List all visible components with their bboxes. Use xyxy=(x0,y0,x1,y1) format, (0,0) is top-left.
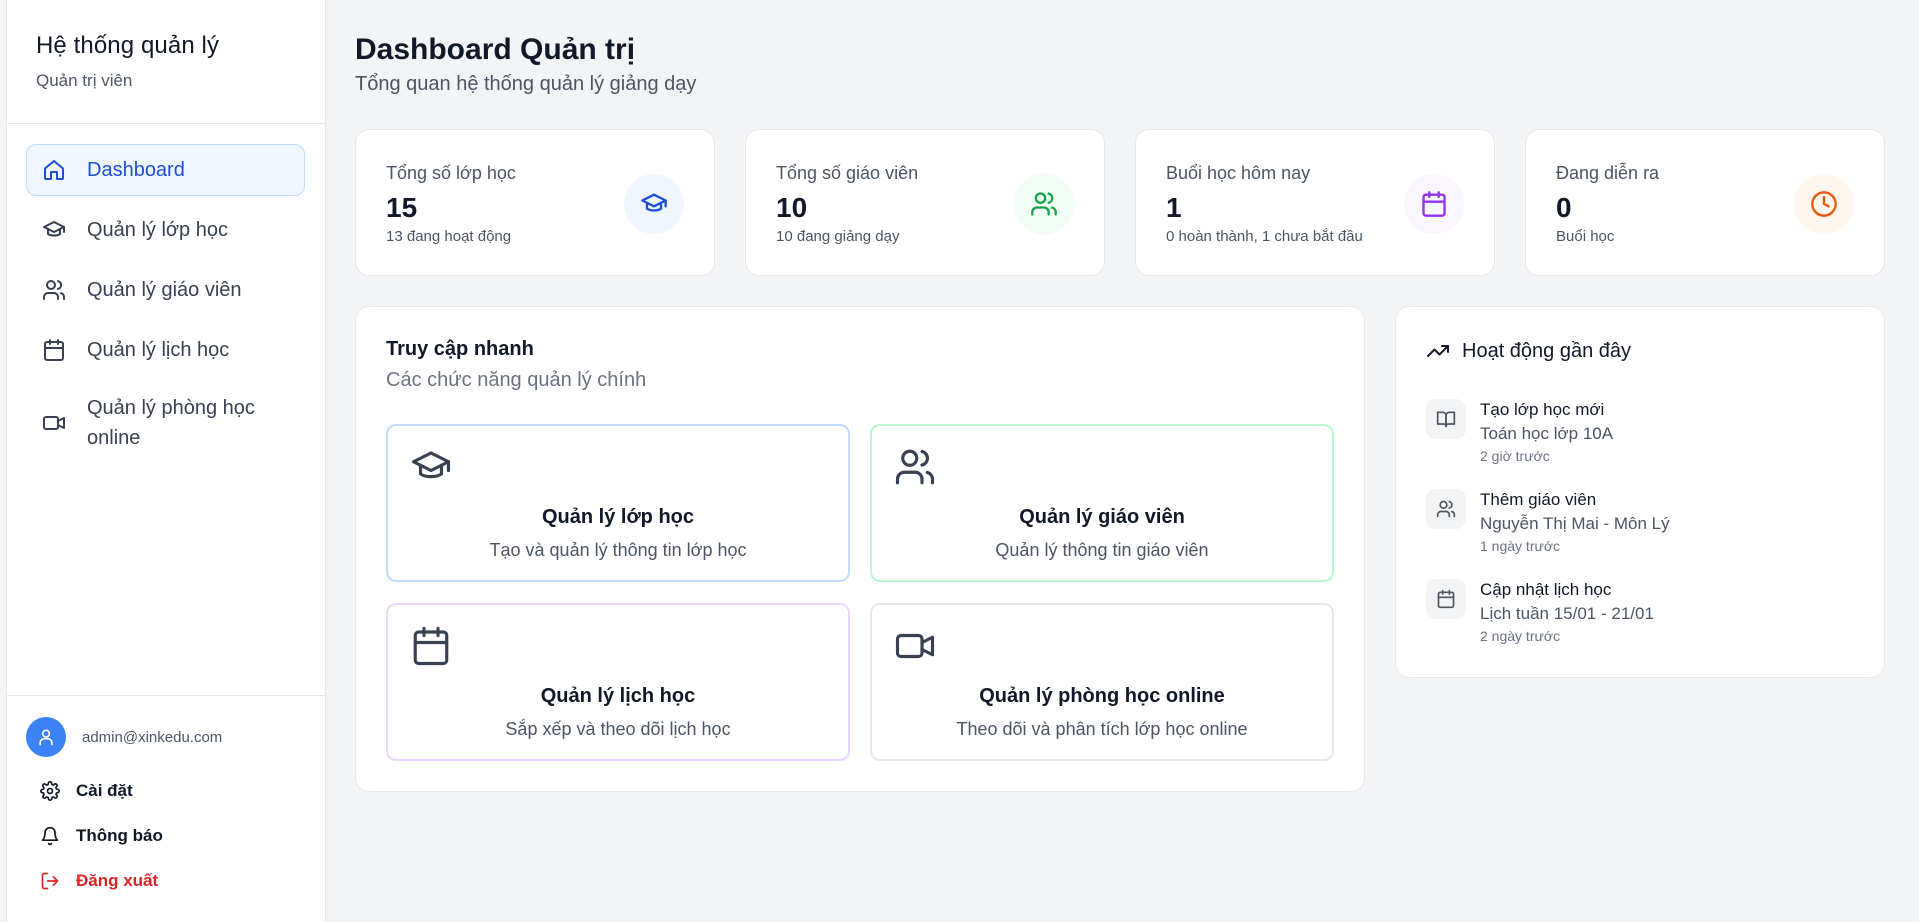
home-icon xyxy=(41,157,67,183)
tile-title: Quản lý phòng học online xyxy=(979,685,1225,707)
quick-access-panel: Truy cập nhanh Các chức năng quản lý chí… xyxy=(355,306,1365,792)
user-role: Quản trị viên xyxy=(36,71,133,90)
sidebar: Hệ thống quản lý Quản trị viên Dashboard… xyxy=(6,0,326,922)
stat-note: 10 đang giảng dạy xyxy=(776,228,900,245)
calendar-icon xyxy=(413,626,449,666)
tile-description: Tạo và quản lý thông tin lớp học xyxy=(489,540,747,560)
tile-manage-classes[interactable]: Quản lý lớp học Tạo và quản lý thông tin… xyxy=(386,424,850,582)
tile-manage-schedule[interactable]: Quản lý lịch học Sắp xếp và theo dõi lịc… xyxy=(386,603,850,761)
stat-note: Buổi học xyxy=(1556,228,1615,245)
logout-label: Đăng xuất xyxy=(76,870,159,890)
activity-title: Cập nhật lịch học xyxy=(1480,580,1612,599)
sidebar-item-label: Quản lý lớp học xyxy=(87,218,228,241)
notifications-label: Thông báo xyxy=(76,825,163,845)
sidebar-item-online-rooms[interactable]: Quản lý phòng học online xyxy=(26,384,305,462)
gear-icon xyxy=(40,780,60,801)
activity-item: Thêm giáo viên Nguyễn Thị Mai - Môn Lý 1… xyxy=(1426,489,1670,555)
calendar-icon xyxy=(1404,174,1464,234)
user-email: admin@xinkedu.com xyxy=(82,728,223,746)
video-icon xyxy=(895,633,935,659)
stat-note: 13 đang hoạt động xyxy=(386,228,512,245)
sidebar-item-dashboard[interactable]: Dashboard xyxy=(26,144,305,196)
recent-activity-header: Hoạt động gần đây xyxy=(1426,339,1631,363)
user-icon xyxy=(39,729,53,746)
tile-title: Quản lý lớp học xyxy=(541,506,694,528)
stat-value: 0 xyxy=(1556,192,1572,223)
activity-detail: Nguyễn Thị Mai - Môn Lý xyxy=(1480,514,1670,533)
stat-value: 15 xyxy=(386,192,418,223)
graduation-cap-icon xyxy=(411,451,451,479)
sidebar-item-schedule[interactable]: Quản lý lịch học xyxy=(26,324,305,376)
activity-title: Thêm giáo viên xyxy=(1480,490,1597,509)
activity-detail: Lịch tuần 15/01 - 21/01 xyxy=(1480,604,1654,623)
stat-value: 10 xyxy=(776,192,808,223)
page-title: Dashboard Quản trị xyxy=(355,33,636,66)
stat-card-classes: Tổng số lớp học 15 13 đang hoạt động xyxy=(355,129,715,276)
sidebar-item-classes[interactable]: Quản lý lớp học xyxy=(26,204,305,256)
activity-detail: Toán học lớp 10A xyxy=(1480,424,1614,443)
stat-label: Đang diễn ra xyxy=(1556,163,1660,183)
tile-manage-teachers[interactable]: Quản lý giáo viên Quản lý thông tin giáo… xyxy=(870,424,1334,582)
sidebar-item-teachers[interactable]: Quản lý giáo viên xyxy=(26,264,305,316)
app-title: Hệ thống quản lý xyxy=(36,32,220,59)
tile-description: Sắp xếp và theo dõi lịch học xyxy=(505,719,731,739)
sidebar-item-label: Quản lý lịch học xyxy=(87,338,230,361)
notifications-link[interactable]: Thông báo xyxy=(26,813,305,858)
book-icon xyxy=(1426,399,1466,439)
sidebar-item-label: Quản lý giáo viên xyxy=(87,278,242,301)
clock-icon xyxy=(1794,174,1854,234)
sidebar-nav: Dashboard Quản lý lớp học Quản lý giáo v… xyxy=(7,124,325,462)
trending-up-icon xyxy=(1427,345,1449,357)
activity-time: 2 giờ trước xyxy=(1480,448,1550,464)
calendar-icon xyxy=(41,337,67,363)
users-icon xyxy=(895,449,935,485)
logout-icon xyxy=(40,871,60,891)
tile-title: Quản lý lịch học xyxy=(540,685,696,707)
tile-description: Quản lý thông tin giáo viên xyxy=(995,540,1209,560)
quick-access-subtitle: Các chức năng quản lý chính xyxy=(386,369,647,391)
activity-time: 1 ngày trước xyxy=(1480,538,1561,554)
tile-title: Quản lý giáo viên xyxy=(1019,506,1185,528)
quick-access-title: Truy cập nhanh xyxy=(386,338,534,360)
recent-activity-panel: Hoạt động gần đây Tạo lớp học mới Toán h… xyxy=(1395,306,1885,678)
stat-label: Buổi học hôm nay xyxy=(1166,163,1311,183)
stat-label: Tổng số lớp học xyxy=(386,163,516,183)
stat-value: 1 xyxy=(1166,192,1182,223)
activity-item: Cập nhật lịch học Lịch tuần 15/01 - 21/0… xyxy=(1426,579,1654,645)
recent-activity-title: Hoạt động gần đây xyxy=(1462,339,1632,362)
settings-label: Cài đặt xyxy=(76,780,133,800)
stat-label: Tổng số giáo viên xyxy=(776,163,919,183)
bell-icon xyxy=(40,826,60,846)
activity-item: Tạo lớp học mới Toán học lớp 10A 2 giờ t… xyxy=(1426,399,1613,465)
stat-note: 0 hoàn thành, 1 chưa bắt đầu xyxy=(1166,228,1363,245)
activity-title: Tạo lớp học mới xyxy=(1480,400,1605,419)
sidebar-item-label: Dashboard xyxy=(87,158,185,181)
stat-card-today-sessions: Buổi học hôm nay 1 0 hoàn thành, 1 chưa … xyxy=(1135,129,1495,276)
stat-card-in-progress: Đang diễn ra 0 Buổi học xyxy=(1525,129,1885,276)
users-icon xyxy=(1014,174,1074,234)
page-subtitle: Tổng quan hệ thống quản lý giảng dạy xyxy=(355,73,697,95)
sidebar-brand: Hệ thống quản lý Quản trị viên xyxy=(7,0,325,124)
graduation-cap-icon xyxy=(624,174,684,234)
user-profile[interactable]: admin@xinkedu.com xyxy=(26,716,305,758)
logout-link[interactable]: Đăng xuất xyxy=(26,858,305,903)
avatar xyxy=(26,717,66,757)
sidebar-item-label: Quản lý phòng học online xyxy=(87,397,255,449)
activity-time: 2 ngày trước xyxy=(1480,628,1561,644)
users-icon xyxy=(1426,489,1466,529)
sidebar-footer: admin@xinkedu.com Cài đặt Thông báo Đăng… xyxy=(7,695,325,922)
tile-manage-online-rooms[interactable]: Quản lý phòng học online Theo dõi và phâ… xyxy=(870,603,1334,761)
settings-link[interactable]: Cài đặt xyxy=(26,768,305,813)
graduation-cap-icon xyxy=(41,217,67,243)
video-icon xyxy=(41,410,67,436)
users-icon xyxy=(41,277,67,303)
tile-description: Theo dõi và phân tích lớp học online xyxy=(956,719,1248,739)
stat-card-teachers: Tổng số giáo viên 10 10 đang giảng dạy xyxy=(745,129,1105,276)
calendar-icon xyxy=(1426,579,1466,619)
